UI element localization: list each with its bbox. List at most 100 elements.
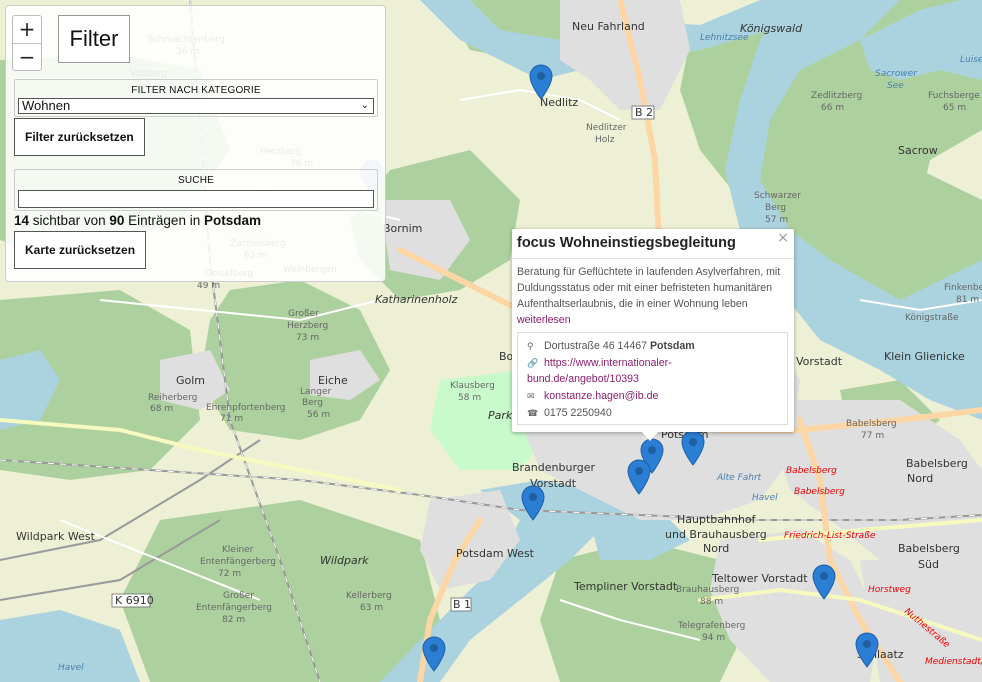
map-label: Nedlitzer [586, 123, 627, 133]
map-label: Klausberg [450, 381, 495, 391]
popup-tip [641, 431, 659, 441]
address-city: Potsdam [649, 340, 695, 352]
map-marker-icon[interactable] [521, 485, 545, 521]
count-city: Potsdam [203, 213, 261, 228]
map-label: Neu Fahrland [572, 20, 645, 33]
read-more-link[interactable]: weiterlesen [517, 314, 571, 326]
count-visible: 14 [14, 213, 30, 228]
phone-number: 0175 2250940 [543, 407, 612, 419]
search-input[interactable] [18, 190, 374, 208]
category-select[interactable]: Wohnen ⌄ [18, 98, 374, 114]
category-filter-section: FILTER NACH KATEGORIE Wohnen ⌄ [14, 79, 378, 117]
marker-popup: × focus Wohneinstiegsbegleitung Beratung… [512, 229, 794, 432]
zoom-control: + − [12, 15, 42, 71]
map-label: Sacrow [898, 144, 938, 157]
map-label: Lehnitzsee [700, 33, 749, 43]
reset-map-button[interactable]: Karte zurücksetzen [14, 231, 147, 269]
map-marker-icon[interactable] [812, 564, 836, 600]
count-total: 90 [109, 213, 125, 228]
map-label: Templiner Vorstadt [573, 580, 678, 593]
map-label: 66 m [821, 103, 844, 113]
map-label: Friedrich-List-Straße [784, 531, 876, 541]
map-label: Park [488, 409, 513, 422]
website-link-line1[interactable]: https://www.internationaler- [544, 357, 672, 369]
website-link-line2[interactable]: bund.de/angebot/10393 [527, 373, 639, 385]
map-label: 77 m [861, 431, 884, 441]
map-label: Vorstadt [796, 355, 843, 368]
map-label: Brauhausberg [676, 585, 739, 595]
map-label: Herzberg [287, 321, 328, 331]
map-label: Klein Glienicke [884, 350, 965, 363]
map-label: 68 m [150, 404, 173, 414]
search-section: SUCHE [14, 169, 378, 211]
close-icon[interactable]: × [777, 230, 789, 246]
map-label: Sacrower [875, 69, 918, 79]
map-label: Kellerberg [346, 591, 392, 601]
map-label: Kleiner [222, 545, 254, 555]
map-label: Fuchsberge [928, 91, 980, 101]
map-label: Babelsberg [846, 419, 897, 429]
map-label: Babelsberg [794, 487, 845, 497]
map-label: Potsdam West [456, 547, 535, 560]
map-marker-icon[interactable] [681, 430, 705, 466]
map-label: Medienstadt/Fi [925, 657, 982, 667]
reset-filter-button[interactable]: Filter zurücksetzen [14, 118, 145, 156]
road-shield-label: B 2 [635, 106, 653, 119]
popup-contact-box: ⚲ Dortustraße 46 14467 Potsdam 🔗 https:/… [517, 332, 788, 425]
map-label: Berg [765, 203, 786, 213]
address-row: ⚲ Dortustraße 46 14467 Potsdam [527, 338, 695, 354]
category-select-value: Wohnen [22, 98, 71, 113]
map-label: 88 m [700, 597, 723, 607]
map-label: 71 m [220, 414, 243, 424]
map-label: Süd [918, 558, 939, 571]
entry-count: 14 sichtbar von 90 Einträgen in Potsdam [14, 213, 261, 228]
map-label: 58 m [458, 393, 481, 403]
zoom-in-button[interactable]: + [13, 16, 41, 44]
popup-title: focus Wohneinstiegsbegleitung [517, 235, 736, 251]
zoom-out-button[interactable]: − [13, 44, 41, 72]
phone-row: ☎ 0175 2250940 [527, 405, 612, 421]
category-filter-label: FILTER NACH KATEGORIE [131, 85, 261, 96]
map-label: 56 m [307, 410, 330, 420]
map-label: 57 m [765, 215, 788, 225]
map-label: 81 m [956, 295, 979, 305]
map-label: und Brauhausberg [665, 528, 767, 541]
map-label: Babelsberg [898, 542, 960, 555]
road-shield-label: B 1 [453, 598, 471, 611]
map-label: Luise [960, 55, 982, 65]
map-label: Finkenberg [944, 283, 982, 293]
map-label: Havel [752, 493, 778, 503]
filter-toggle-button[interactable]: Filter [58, 15, 130, 63]
count-text-2: Einträgen in [128, 213, 201, 228]
map-marker-icon[interactable] [529, 64, 553, 100]
map-label: Entenfängerberg [196, 603, 272, 613]
search-label: SUCHE [177, 175, 214, 186]
map-label: Alte Fahrt [716, 473, 762, 483]
map-label: Teltower Vorstadt [711, 572, 808, 585]
map-marker-icon[interactable] [422, 636, 446, 672]
email-link[interactable]: konstanze.hagen@ib.de [544, 390, 658, 402]
map-label: Königstraße [905, 313, 959, 323]
map-label: Wildpark West [16, 530, 96, 543]
map-label: Eiche [318, 374, 348, 387]
map-label: 49 m [197, 281, 220, 291]
map-label: 65 m [943, 103, 966, 113]
map-label: Entenfängerberg [200, 557, 276, 567]
map-label: Nord [907, 472, 933, 485]
popup-description-text: Beratung für Geflüchtete in laufenden As… [517, 266, 781, 310]
map-label: Schwarzer [754, 191, 801, 201]
map-label: See [887, 81, 904, 91]
email-row: ✉ konstanze.hagen@ib.de [527, 388, 658, 404]
map-label: Zedlitzberg [811, 91, 862, 101]
map-label: Nord [703, 542, 729, 555]
map-label: Ehrenpfortenberg [206, 403, 286, 413]
map-label: Berg [302, 398, 323, 408]
map-marker-icon[interactable] [627, 459, 651, 495]
link-icon: 🔗 [527, 358, 539, 368]
count-text-1: sichtbar von [32, 213, 106, 228]
map-label: Havel [58, 663, 84, 673]
map-label: Reiherberg [148, 393, 197, 403]
map-marker-icon[interactable] [855, 632, 879, 668]
website-row-2: bund.de/angebot/10393 [527, 371, 639, 387]
popup-description: Beratung für Geflüchtete in laufenden As… [517, 264, 789, 328]
